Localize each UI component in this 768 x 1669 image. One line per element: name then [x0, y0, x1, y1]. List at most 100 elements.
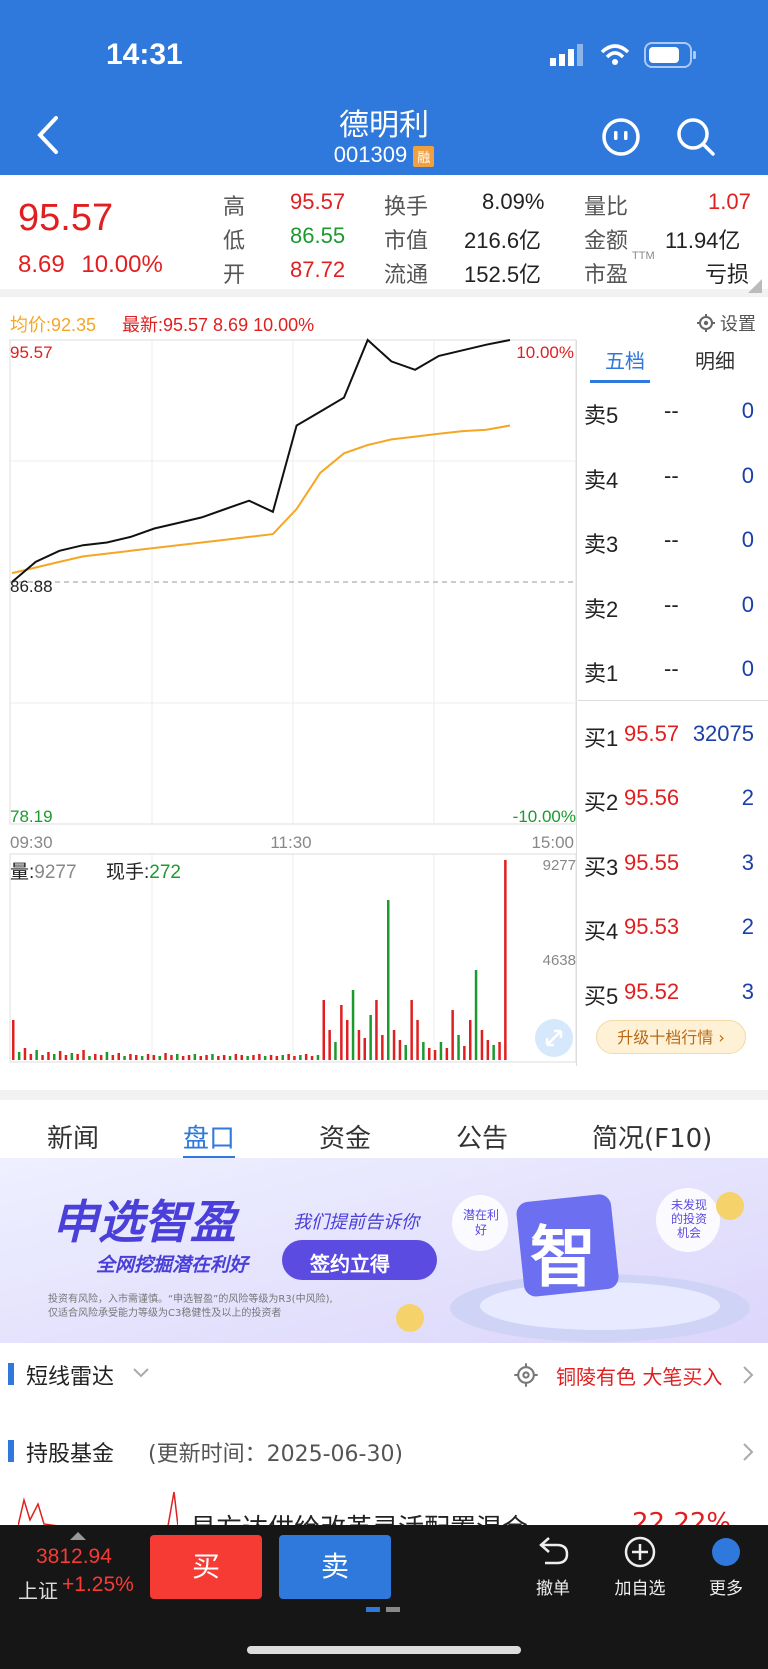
section-tabs: 新闻 盘口 资金 公告 简况(F10) [0, 1090, 768, 1160]
level-volume: 3 [741, 849, 754, 875]
level-label: 买3 [584, 854, 619, 880]
volume-bar [363, 1038, 366, 1060]
volume-bar [205, 1055, 208, 1060]
volume-bar [281, 1055, 284, 1060]
quote-panel: 95.57 8.69 10.00% 高 95.57 换手 8.09% 量比 1.… [0, 175, 768, 297]
tab-funds[interactable]: 资金 [319, 1118, 371, 1155]
add-watchlist-label: 加自选 [614, 1579, 666, 1599]
ask-row[interactable]: 卖3 -- 0 [584, 527, 754, 557]
level-volume: 0 [741, 527, 754, 552]
banner-bubble-2: 未发现的投资机会 [670, 1198, 707, 1240]
y-bottom-label: 78.19 [10, 807, 53, 826]
vol-mid-label: 4638 [543, 952, 576, 969]
volume-bar [334, 1042, 337, 1060]
volume-bar [88, 1056, 91, 1060]
float-label: 流通 [384, 262, 429, 287]
volume-bar [158, 1056, 161, 1060]
y-top-pct: 10.00% [516, 343, 574, 362]
index-expand-icon[interactable] [70, 1530, 86, 1540]
cancel-order-button[interactable]: 撤单 [523, 1535, 583, 1599]
volume-bar [111, 1055, 115, 1060]
more-label: 更多 [709, 1579, 743, 1599]
robot-icon[interactable] [600, 116, 642, 162]
fund-pct: 22.22% [632, 1508, 732, 1526]
radar-row[interactable]: 短线雷达 铜陵有色 大笔买入 [0, 1345, 768, 1405]
level-label: 买2 [584, 790, 619, 815]
volume-bar [35, 1050, 38, 1060]
settings-button[interactable]: 设置 [696, 310, 756, 336]
tab-market[interactable]: 盘口 [183, 1118, 235, 1155]
volume-ratio-value: 1.07 [708, 189, 751, 214]
search-icon[interactable] [675, 116, 717, 162]
level-price: 95.56 [624, 785, 680, 810]
high-value: 95.57 [290, 189, 346, 214]
grid [10, 340, 576, 1062]
fund-item-partial[interactable]: 易方达供给改革灵活配置混合 22.22% [0, 1490, 768, 1526]
bid-row[interactable]: 买4 95.53 2 [584, 914, 754, 944]
low-label: 低 [223, 228, 246, 253]
bid-row[interactable]: 买5 95.52 3 [584, 979, 754, 1009]
index-value[interactable]: 3812.94 [36, 1545, 112, 1569]
volume-bar [387, 900, 390, 1060]
level-volume: 0 [741, 462, 754, 488]
bid-row[interactable]: 买3 95.55 3 [584, 850, 754, 880]
volume-bar [439, 1042, 443, 1060]
level-volume: 0 [741, 398, 754, 423]
funds-title: 持股基金 [26, 1442, 115, 1467]
volume-bar [299, 1055, 302, 1060]
radar-gear-icon[interactable] [513, 1362, 539, 1388]
volume-bar [129, 1054, 132, 1060]
volume-label: 量:9277 [10, 862, 77, 883]
tab-news[interactable]: 新闻 [47, 1118, 99, 1155]
intraday-chart[interactable]: 95.57 86.88 78.19 10.00% -10.00% 09:30 1… [0, 338, 768, 1066]
volume-bar [357, 1030, 361, 1060]
ask-row[interactable]: 卖4 -- 0 [584, 463, 754, 493]
ask-row[interactable]: 卖1 -- 0 [584, 656, 754, 686]
level-label: 卖5 [584, 403, 619, 428]
turnover-label: 换手 [384, 194, 429, 219]
expand-corner-icon[interactable] [748, 279, 762, 293]
promo-banner[interactable]: 申选智盈 全网挖掘潜在利好 我们提前告诉你 签约立得 潜在利好 未发现的投资机会… [0, 1158, 768, 1343]
volume-bar [492, 1045, 495, 1060]
bid-row[interactable]: 买2 95.56 2 [584, 785, 754, 815]
tab-f10[interactable]: 简况(F10) [592, 1118, 712, 1155]
sell-button[interactable]: 卖 [279, 1535, 391, 1599]
volume-bar [252, 1055, 255, 1060]
ask-row[interactable]: 卖2 -- 0 [584, 592, 754, 622]
tab-underline [590, 380, 650, 383]
volume-bar [293, 1056, 296, 1060]
tab-detail[interactable]: 明细 [670, 345, 760, 381]
page-dot [386, 1607, 400, 1612]
volume-bar [351, 990, 355, 1060]
low-value: 86.55 [290, 223, 346, 248]
add-watchlist-button[interactable]: 加自选 [610, 1535, 670, 1599]
volume-bar [123, 1056, 126, 1060]
market-cap-label: 市值 [384, 228, 429, 253]
funds-row[interactable]: 持股基金 (更新时间：2025-06-30) [0, 1422, 768, 1482]
volume-bar [375, 1000, 378, 1060]
upgrade-ten-levels-button[interactable]: 升级十档行情 › [596, 1020, 746, 1054]
volume-bar [82, 1050, 85, 1060]
ask-row[interactable]: 卖5 -- 0 [584, 398, 754, 428]
x-tick-end: 15:00 [531, 833, 574, 852]
level-volume: 32075 [692, 720, 754, 746]
orderbook-divider [576, 340, 577, 1066]
level-label: 卖3 [584, 532, 619, 557]
radar-alert[interactable]: 铜陵有色 大笔买入 [556, 1361, 722, 1390]
tab-announcements[interactable]: 公告 [456, 1118, 508, 1155]
bid-row[interactable]: 买1 95.57 32075 [584, 721, 754, 751]
volume-bar [117, 1053, 120, 1060]
orderbook-tabs: 五档 明细 [580, 345, 760, 381]
volume-bar [99, 1055, 103, 1060]
more-button[interactable]: 更多 [696, 1535, 756, 1599]
more-icon [712, 1538, 740, 1566]
chevron-down-icon[interactable] [132, 1367, 150, 1379]
fund-name: 易方达供给改革灵活配置混合 [190, 1508, 528, 1526]
amount-value: 11.94亿 [665, 228, 741, 253]
tab-five-levels[interactable]: 五档 [580, 345, 670, 381]
volume-bar [275, 1056, 279, 1060]
buy-button[interactable]: 买 [150, 1535, 262, 1599]
ttm-tag: TTM [632, 250, 655, 262]
banner-cta[interactable]: 签约立得 [310, 1248, 390, 1277]
settings-label: 设置 [720, 314, 756, 335]
